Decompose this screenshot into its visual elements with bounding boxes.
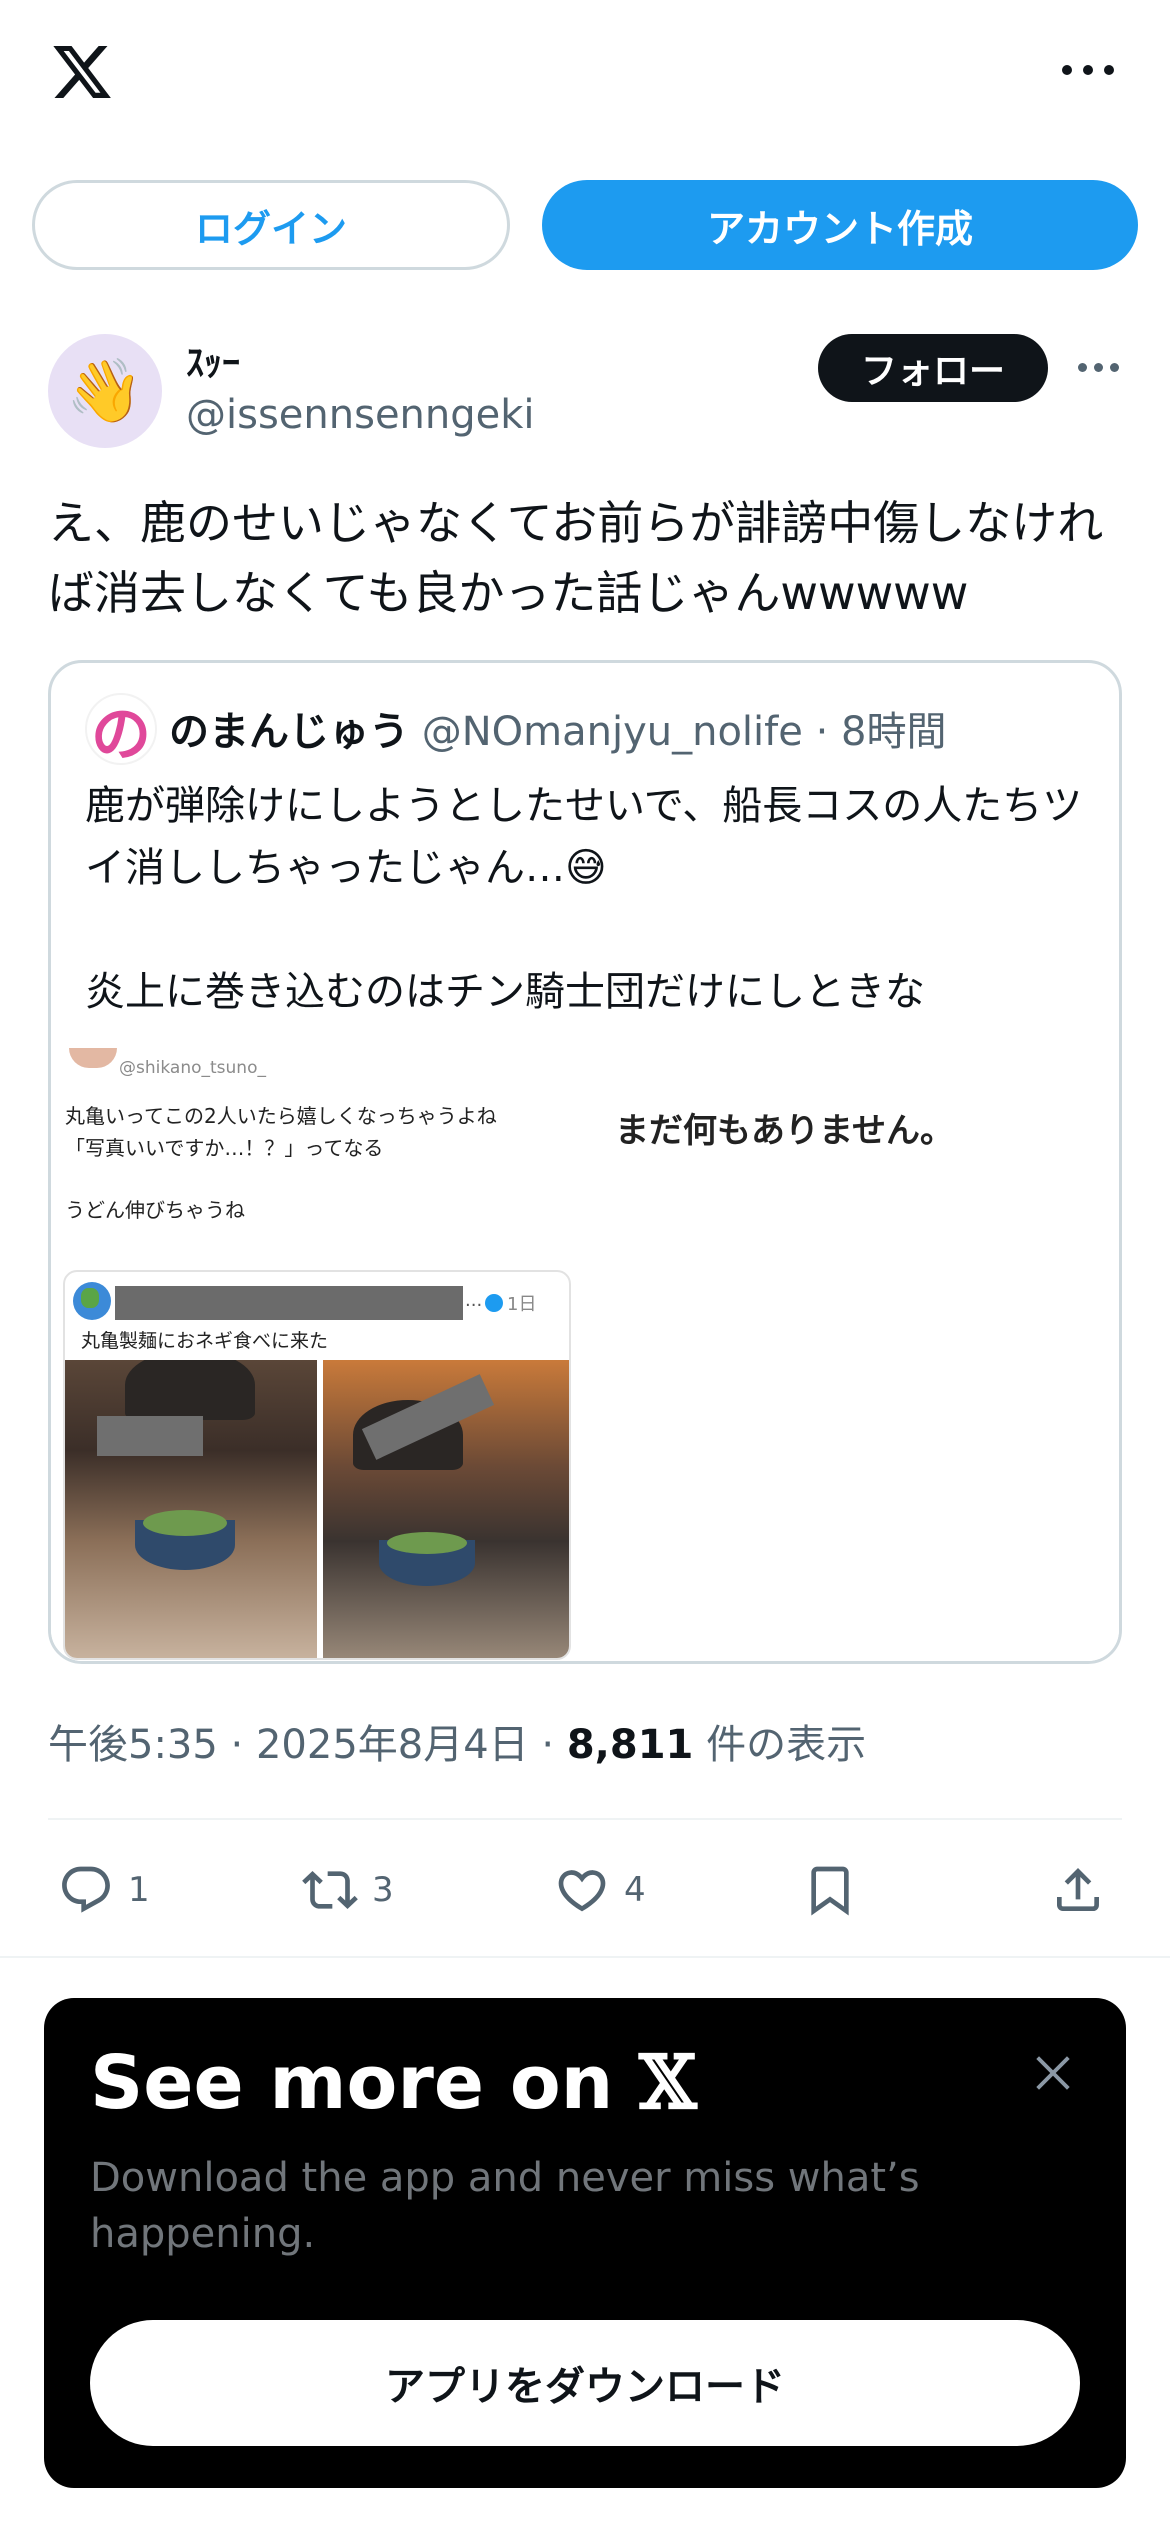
- quote-separator: ·: [815, 709, 829, 755]
- image-text-line3: うどん伸びちゃうね: [65, 1198, 245, 1222]
- quote-avatar[interactable]: の: [85, 693, 157, 770]
- quoted-tweet[interactable]: の のまんじゅう @NOmanjyu_nolife · 8時間 鹿が弾除けにしよ…: [48, 660, 1122, 1664]
- share-icon: [1057, 1868, 1099, 1911]
- quote-time: 8時間: [841, 709, 947, 755]
- photo-right: [323, 1360, 569, 1658]
- retweet-count: 3: [372, 1870, 394, 1910]
- retweet-icon: [302, 1871, 358, 1909]
- meta-separator: ·: [541, 1722, 555, 1768]
- author-handle[interactable]: @issennsenngeki: [186, 392, 535, 438]
- globe-avatar-icon: [73, 1282, 111, 1320]
- bookmark-icon: [811, 1866, 849, 1916]
- retweet-button[interactable]: 3: [302, 1850, 394, 1930]
- reply-button[interactable]: 1: [58, 1850, 150, 1930]
- meta-separator: ·: [230, 1722, 244, 1768]
- tweet-more-icon[interactable]: [1078, 362, 1120, 374]
- share-button[interactable]: [1050, 1850, 1106, 1930]
- author-display-name[interactable]: ｽｯｰ: [186, 334, 240, 386]
- reply-count: 1: [128, 1870, 150, 1910]
- redacted-name: [115, 1286, 463, 1320]
- reply-icon: [62, 1866, 110, 1913]
- follow-button[interactable]: フォロー: [818, 334, 1048, 402]
- image-avatar-stub: [69, 1048, 117, 1068]
- like-button[interactable]: 4: [554, 1850, 646, 1930]
- divider: [0, 1956, 1170, 1958]
- more-horizontal-icon[interactable]: [1060, 60, 1116, 80]
- top-bar: [0, 0, 1170, 150]
- quote-text: 鹿が弾除けにしようとしたせいで、船長コスの人たちツイ消ししちゃったじゃん…😅 炎…: [85, 775, 1095, 1023]
- tweet-date[interactable]: 2025年8月4日: [256, 1722, 529, 1768]
- tweet-time[interactable]: 午後5:35: [48, 1722, 218, 1768]
- inner-caption: 丸亀製麺におネギ食べに来た: [81, 1330, 329, 1352]
- sweat-smile-emoji-icon: 😅: [565, 845, 607, 891]
- quote-text-line2: 炎上に巻き込むのはチン騎士団だけにしときな: [85, 969, 925, 1015]
- inner-ellipsis: ...: [465, 1290, 483, 1311]
- bookmark-button[interactable]: [802, 1850, 858, 1930]
- image-empty-notice: まだ何もありません。: [615, 1111, 954, 1151]
- image-inner-card: ... 1日 丸亀製麺におネギ食べに来た: [63, 1270, 571, 1660]
- quote-header: のまんじゅう @NOmanjyu_nolife · 8時間: [169, 699, 946, 757]
- views-label: 件の表示: [706, 1722, 867, 1768]
- signup-button[interactable]: アカウント作成: [542, 180, 1138, 270]
- divider: [48, 1818, 1122, 1820]
- tweet-text: え、鹿のせいじゃなくてお前らが誹謗中傷しなければ消去しなくても良かった話じゃんw…: [48, 496, 1104, 620]
- heart-icon: [558, 1870, 606, 1912]
- x-logo-icon[interactable]: [46, 40, 118, 104]
- close-icon[interactable]: [1030, 2050, 1076, 2096]
- photo-left: [65, 1360, 317, 1658]
- quote-handle: @NOmanjyu_nolife: [421, 709, 803, 755]
- avatar[interactable]: 👋: [48, 334, 162, 448]
- tweet-meta: 午後5:35 · 2025年8月4日 · 8,811 件の表示: [48, 1712, 866, 1770]
- image-text-line1: 丸亀いってこの2人いたら嬉しくなっちゃうよね: [65, 1104, 497, 1128]
- image-handle: @shikano_tsuno_: [119, 1058, 266, 1078]
- action-bar: 1 3 4: [48, 1850, 1122, 1930]
- face-redaction: [97, 1416, 203, 1456]
- sheet-subtitle: Download the app and never miss what’s h…: [90, 2155, 920, 2257]
- login-button[interactable]: ログイン: [32, 180, 510, 270]
- image-text-line2: 「写真いいですか…！？」ってなる: [65, 1136, 384, 1160]
- quote-attached-image[interactable]: @shikano_tsuno_ 丸亀いってこの2人いたら嬉しくなっちゃうよね 「…: [51, 1048, 1119, 1661]
- verified-badge-icon: [485, 1294, 503, 1312]
- x-wordmark-icon: 𝕏: [639, 2040, 697, 2126]
- like-count: 4: [624, 1870, 646, 1910]
- sheet-title: See more on 𝕏: [90, 2040, 697, 2126]
- inner-time: 1日: [507, 1294, 537, 1315]
- auth-buttons: ログイン アカウント作成: [32, 180, 1138, 270]
- sheet-title-text: See more on: [90, 2040, 614, 2126]
- quote-display-name: のまんじゅう: [169, 709, 409, 755]
- views-count: 8,811: [566, 1722, 694, 1768]
- download-app-button[interactable]: アプリをダウンロード: [90, 2320, 1080, 2446]
- app-promo-sheet: See more on 𝕏 Download the app and never…: [44, 1998, 1126, 2488]
